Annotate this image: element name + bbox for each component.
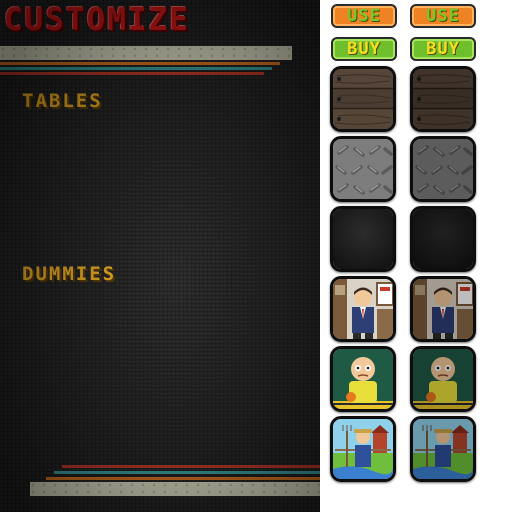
page-title: CUSTOMIZE	[4, 2, 190, 38]
use-button-pressed[interactable]: USE	[410, 4, 476, 28]
diamond-plate-tile-pressed[interactable]	[410, 136, 476, 202]
bald-boy-dummy-tile[interactable]	[330, 346, 396, 412]
section-label-tables: TABLES	[22, 90, 103, 112]
customize-panel: CUSTOMIZE TABLES DUMMIES	[0, 0, 320, 512]
black-skin-tile[interactable]	[330, 206, 396, 272]
top-stripe-teal	[0, 67, 272, 70]
wood-table-tile-pressed[interactable]	[410, 66, 476, 132]
top-stripe-cream	[0, 46, 292, 60]
office-man-dummy-tile-pressed[interactable]	[410, 276, 476, 342]
section-label-dummies: DUMMIES	[22, 263, 117, 285]
bottom-stripe-red	[62, 465, 320, 468]
use-button[interactable]: USE	[331, 4, 397, 28]
buy-button[interactable]: BUY	[331, 37, 397, 61]
wood-planks-icon	[333, 69, 393, 129]
top-stripe-orange	[0, 62, 280, 65]
wood-table-tile[interactable]	[330, 66, 396, 132]
black-skin-tile-pressed[interactable]	[410, 206, 476, 272]
diamond-plate-icon	[413, 139, 473, 199]
bottom-stripe-cream	[30, 482, 320, 496]
farmer-dummy-tile[interactable]	[330, 416, 396, 482]
farmer-icon	[413, 419, 473, 479]
bottom-stripe-teal	[54, 471, 320, 474]
bald-boy-icon	[333, 349, 393, 409]
bottom-stripe-orange	[46, 477, 320, 480]
buy-button-pressed[interactable]: BUY	[410, 37, 476, 61]
diamond-plate-icon	[333, 139, 393, 199]
top-stripe-red	[0, 72, 264, 75]
office-man-dummy-tile[interactable]	[330, 276, 396, 342]
office-man-icon	[333, 279, 393, 339]
bald-boy-dummy-tile-pressed[interactable]	[410, 346, 476, 412]
diamond-plate-tile[interactable]	[330, 136, 396, 202]
wood-planks-icon	[413, 69, 473, 129]
farmer-dummy-tile-pressed[interactable]	[410, 416, 476, 482]
farmer-icon	[333, 419, 393, 479]
black-texture-icon	[333, 209, 393, 269]
black-texture-icon	[413, 209, 473, 269]
bald-boy-icon	[413, 349, 473, 409]
office-man-icon	[413, 279, 473, 339]
